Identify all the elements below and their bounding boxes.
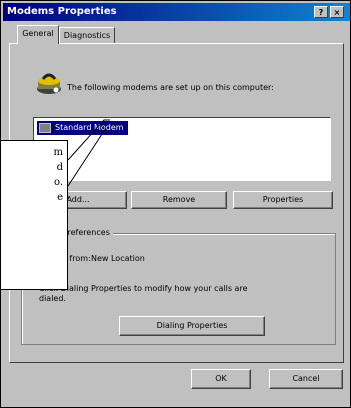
remove-button[interactable]: Remove — [131, 191, 227, 209]
help-button[interactable]: ? — [314, 6, 328, 18]
callout-line-2: d — [56, 162, 63, 173]
ok-button[interactable]: OK — [191, 369, 251, 389]
close-button[interactable]: × — [330, 6, 344, 18]
help-text-line2: dialed. — [39, 294, 66, 303]
modems-list[interactable]: Standard Modem — [33, 117, 331, 181]
properties-button[interactable]: Properties — [233, 191, 333, 209]
dialing-properties-button[interactable]: Dialing Properties — [119, 316, 265, 336]
modem-icon — [37, 73, 61, 94]
list-item[interactable]: Standard Modem — [37, 121, 128, 135]
callout-line-3: o. — [53, 177, 63, 188]
callout-line-4: e — [57, 192, 63, 203]
title-bar[interactable]: Modems Properties ? × — [3, 3, 350, 21]
callout-line-1: m — [53, 147, 63, 158]
annotation-callout-box: m d o. e — [0, 140, 68, 290]
tab-diagnostics[interactable]: Diagnostics — [59, 27, 115, 43]
help-text-line1: Click Dialing Properties to modify how y… — [39, 284, 248, 293]
tab-general[interactable]: General — [17, 25, 59, 44]
dialing-from-value: New Location — [91, 254, 145, 263]
modem-list-icon — [39, 123, 51, 133]
modem-name: Standard Modem — [55, 123, 124, 132]
window-title: Modems Properties — [7, 6, 117, 17]
cancel-button[interactable]: Cancel — [269, 369, 343, 389]
intro-text: The following modems are set up on this … — [67, 83, 274, 92]
